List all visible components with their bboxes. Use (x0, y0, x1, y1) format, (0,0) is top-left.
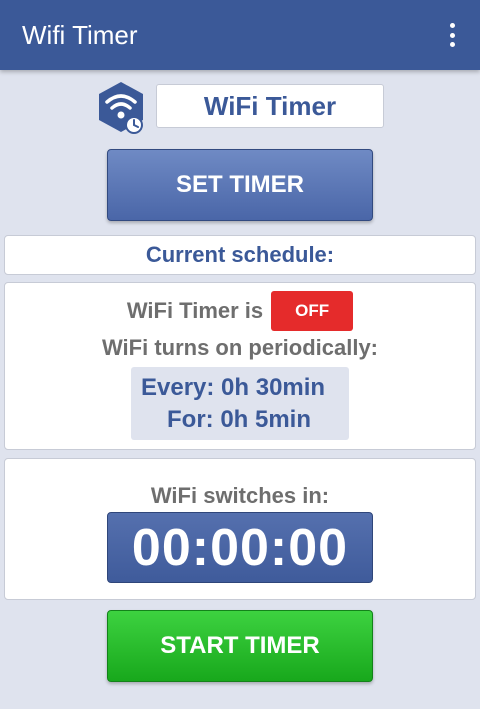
timer-status-label: WiFi Timer is (126, 298, 264, 323)
countdown-panel: WiFi switches in: 00:00:00 (4, 458, 476, 600)
start-timer-button[interactable]: START TIMER (107, 610, 373, 682)
app-bar: Wifi Timer (0, 0, 480, 70)
schedule-status-panel: WiFi Timer is OFF WiFi turns on periodic… (4, 282, 476, 450)
countdown-label: WiFi switches in: (150, 483, 330, 508)
countdown-display: 00:00:00 (107, 512, 373, 583)
set-timer-button[interactable]: SET TIMER (107, 149, 373, 221)
every-interval-text: Every: 0h 30min (141, 374, 326, 401)
periodic-description: WiFi turns on periodically: (101, 335, 379, 360)
app-title: Wifi Timer (22, 20, 138, 50)
schedule-header: Current schedule: (4, 235, 476, 275)
timer-status-line: WiFi Timer is OFF (5, 291, 475, 331)
more-vert-icon[interactable] (440, 20, 464, 50)
wifi-clock-hexagon-icon (99, 82, 143, 134)
status-badge: OFF (271, 291, 354, 331)
period-summary: Every: 0h 30min For: 0h 5min (131, 367, 349, 440)
timer-name-field[interactable]: WiFi Timer (156, 84, 384, 128)
duration-text: For: 0h 5min (167, 406, 312, 433)
